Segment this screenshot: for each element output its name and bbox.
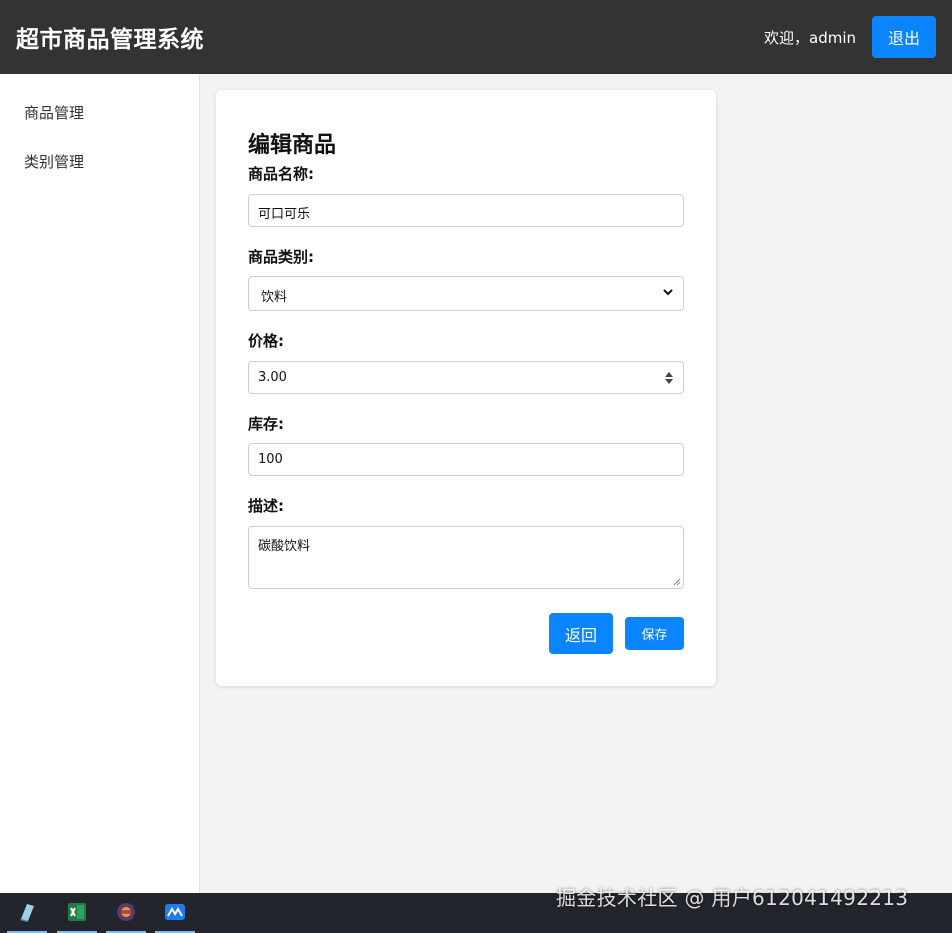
name-label: 商品名称:	[248, 165, 314, 183]
stock-input-value: 100	[258, 452, 283, 467]
app-icon	[165, 904, 185, 920]
edit-product-card: 编辑商品 商品名称: 可口可乐 商品类别: 饮料 价格: 3.00 库存: 10…	[216, 90, 716, 686]
chevron-down-icon	[663, 289, 673, 296]
page-title: 编辑商品	[248, 133, 337, 158]
taskbar-app[interactable]	[155, 893, 195, 933]
number-spinner-icon[interactable]	[663, 371, 675, 385]
watermark-text: 掘金技术社区 @ 用户612041492213	[556, 886, 909, 910]
excel-icon	[68, 903, 86, 921]
logout-button[interactable]: 退出	[872, 16, 936, 58]
taskbar-excel[interactable]	[57, 893, 97, 933]
taskbar-notepad[interactable]	[7, 893, 47, 933]
price-input[interactable]: 3.00	[248, 361, 684, 394]
description-textarea-value: 碳酸饮料	[258, 539, 311, 554]
resize-grip-icon[interactable]	[672, 577, 681, 586]
category-select-value: 饮料	[261, 290, 288, 305]
notepad-icon	[20, 904, 34, 922]
name-input-value: 可口可乐	[258, 207, 311, 222]
top-header: 超市商品管理系统 欢迎，admin 退出	[0, 0, 952, 74]
welcome-text: 欢迎，admin	[764, 29, 856, 47]
taskbar-game[interactable]	[106, 893, 146, 933]
description-label: 描述:	[248, 497, 284, 515]
price-input-value: 3.00	[258, 370, 287, 385]
sidebar-item-categories[interactable]: 类别管理	[24, 151, 84, 172]
sidebar: 商品管理 类别管理	[0, 74, 200, 893]
save-button[interactable]: 保存	[625, 617, 684, 650]
description-textarea[interactable]: 碳酸饮料	[248, 526, 684, 589]
app-title: 超市商品管理系统	[16, 27, 204, 53]
category-select[interactable]: 饮料	[248, 276, 684, 311]
sidebar-item-products[interactable]: 商品管理	[24, 102, 84, 123]
category-label: 商品类别:	[248, 248, 314, 266]
price-label: 价格:	[248, 332, 284, 350]
back-button[interactable]: 返回	[549, 613, 613, 654]
stock-input[interactable]: 100	[248, 443, 684, 476]
stock-label: 库存:	[248, 415, 284, 433]
game-icon	[117, 903, 135, 921]
name-input[interactable]: 可口可乐	[248, 194, 684, 227]
